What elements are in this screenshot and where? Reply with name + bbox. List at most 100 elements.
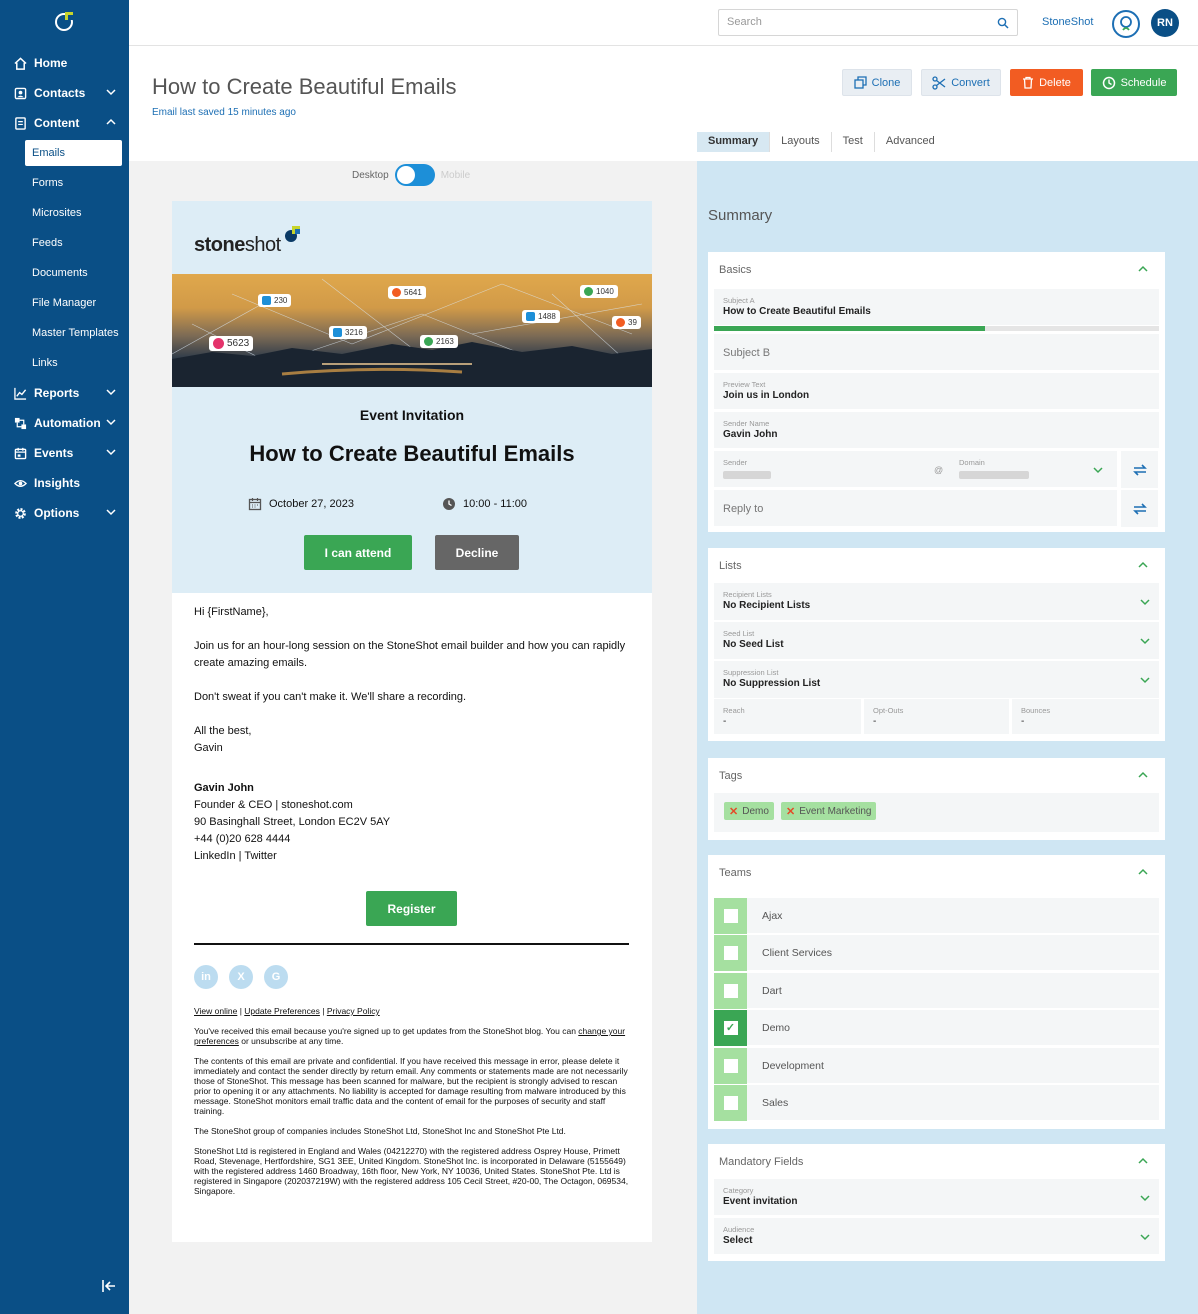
automation-icon (13, 416, 27, 430)
audience-select[interactable]: Audience Select (714, 1218, 1159, 1255)
convert-button[interactable]: Convert (921, 69, 1001, 96)
view-online-link[interactable]: View online (194, 1006, 237, 1016)
chevron-down-icon[interactable] (1093, 465, 1103, 475)
team-row-demo[interactable]: ✓ Demo (714, 1009, 1159, 1046)
sidebar-item-automation[interactable]: Automation (0, 408, 129, 438)
team-row-ajax[interactable]: Ajax (714, 897, 1159, 934)
tab-layouts[interactable]: Layouts (770, 132, 832, 152)
seed-list-select[interactable]: Seed List No Seed List (714, 622, 1159, 660)
tag-chip[interactable]: ✕ Demo (724, 802, 774, 820)
home-icon (13, 56, 27, 70)
team-checkbox[interactable] (714, 934, 747, 971)
lists-header[interactable]: Lists (708, 548, 1165, 582)
tab-advanced[interactable]: Advanced (875, 132, 946, 152)
privacy-policy-link[interactable]: Privacy Policy (327, 1006, 380, 1016)
convert-label: Convert (951, 76, 990, 89)
google-icon[interactable]: G (264, 965, 288, 989)
team-row-client-services[interactable]: Client Services (714, 934, 1159, 971)
avatar[interactable]: RN (1151, 9, 1179, 37)
chevron-down-icon (106, 389, 116, 396)
remove-tag-icon[interactable]: ✕ (729, 805, 738, 818)
chevron-down-icon (1140, 677, 1150, 684)
sidebar-item-content[interactable]: Content (0, 108, 129, 138)
search-input[interactable]: Search (718, 9, 1018, 36)
basics-header[interactable]: Basics (708, 252, 1165, 286)
tag-label: Demo (742, 805, 769, 817)
sidebar-item-label: Home (34, 56, 68, 70)
team-row-sales[interactable]: Sales (714, 1084, 1159, 1121)
team-checkbox-checked[interactable]: ✓ (714, 1009, 747, 1046)
delete-button[interactable]: Delete (1010, 69, 1083, 96)
sidebar-item-home[interactable]: Home (0, 48, 129, 78)
field-value: Join us in London (723, 390, 810, 401)
decline-button[interactable]: Decline (435, 535, 519, 570)
subject-b-field[interactable]: Subject B (714, 334, 1159, 371)
help-icon[interactable] (1112, 10, 1140, 38)
sender-field[interactable]: Sender @ Domain (714, 451, 1117, 488)
team-row-development[interactable]: Development (714, 1047, 1159, 1084)
preview-text-field[interactable]: Preview Text Join us in London (714, 373, 1159, 410)
sidebar-sub-documents[interactable]: Documents (0, 258, 129, 288)
field-label: Bounces (1021, 706, 1051, 715)
chevron-up-icon[interactable] (1138, 264, 1148, 274)
chevron-up-icon[interactable] (1138, 867, 1148, 877)
sidebar-sub-links[interactable]: Links (0, 348, 129, 378)
team-checkbox[interactable] (714, 1047, 747, 1084)
update-preferences-link[interactable]: Update Preferences (244, 1006, 320, 1016)
tag-chip[interactable]: ✕ Event Marketing (781, 802, 877, 820)
signature-links[interactable]: LinkedIn | Twitter (194, 848, 630, 865)
tab-summary[interactable]: Summary (697, 132, 771, 152)
sidebar-item-contacts[interactable]: Contacts (0, 78, 129, 108)
swap-reply-to-icon[interactable] (1121, 490, 1158, 527)
hero-image: 230 5641 1040 1488 3216 2163 5623 39 (172, 274, 652, 387)
collapse-sidebar-icon[interactable] (101, 1278, 117, 1294)
sidebar-sub-feeds[interactable]: Feeds (0, 228, 129, 258)
linkedin-icon[interactable]: in (194, 965, 218, 989)
device-toggle[interactable] (394, 164, 435, 186)
team-row-dart[interactable]: Dart (714, 972, 1159, 1009)
clone-button[interactable]: Clone (842, 69, 912, 96)
sidebar-sub-file-manager[interactable]: File Manager (0, 288, 129, 318)
attend-button[interactable]: I can attend (304, 535, 412, 570)
chevron-up-icon[interactable] (1138, 560, 1148, 570)
sidebar-sub-emails[interactable]: Emails (25, 140, 122, 166)
sidebar-sub-forms[interactable]: Forms (0, 168, 129, 198)
subject-a-field[interactable]: Subject A How to Create Beautiful Emails (714, 289, 1159, 326)
sidebar-item-events[interactable]: Events (0, 438, 129, 468)
x-twitter-icon[interactable]: X (229, 965, 253, 989)
sidebar-item-options[interactable]: Options (0, 498, 129, 528)
team-checkbox[interactable] (714, 897, 747, 934)
chevron-down-icon (1140, 1234, 1150, 1241)
field-label: Category (723, 1186, 754, 1195)
team-checkbox[interactable] (714, 1084, 747, 1121)
chevron-down-icon (1140, 638, 1150, 645)
schedule-button[interactable]: Schedule (1091, 69, 1177, 96)
mandatory-fields-header[interactable]: Mandatory Fields (708, 1144, 1165, 1178)
mandatory-fields-heading: Mandatory Fields (719, 1156, 804, 1168)
tags-header[interactable]: Tags (708, 758, 1165, 792)
basics-heading: Basics (719, 264, 752, 276)
chevron-up-icon[interactable] (1138, 770, 1148, 780)
remove-tag-icon[interactable]: ✕ (786, 805, 795, 818)
recipient-lists-select[interactable]: Recipient Lists No Recipient Lists (714, 583, 1159, 621)
suppression-list-select[interactable]: Suppression List No Suppression List (714, 661, 1159, 699)
sidebar-item-insights[interactable]: Insights (0, 468, 129, 498)
sidebar-sub-microsites[interactable]: Microsites (0, 198, 129, 228)
register-button[interactable]: Register (366, 891, 457, 926)
stoneshot-logo[interactable] (54, 10, 76, 32)
event-label: Event Invitation (359, 407, 465, 423)
signature-phone: +44 (0)20 628 4444 (194, 833, 291, 845)
category-select[interactable]: Category Event invitation (714, 1179, 1159, 1216)
tab-test[interactable]: Test (832, 132, 875, 152)
teams-header[interactable]: Teams (708, 855, 1165, 889)
swap-sender-icon[interactable] (1121, 451, 1158, 488)
hero-badge: 5623 (209, 336, 254, 351)
clock-icon (1102, 76, 1115, 89)
team-checkbox[interactable] (714, 972, 747, 1009)
chevron-up-icon[interactable] (1138, 1156, 1148, 1166)
brand-link[interactable]: StoneShot (1042, 16, 1093, 28)
sidebar-sub-master-templates[interactable]: Master Templates (0, 318, 129, 348)
sidebar-item-reports[interactable]: Reports (0, 378, 129, 408)
reply-to-field[interactable]: Reply to (714, 490, 1117, 527)
sender-name-field[interactable]: Sender Name Gavin John (714, 412, 1159, 449)
